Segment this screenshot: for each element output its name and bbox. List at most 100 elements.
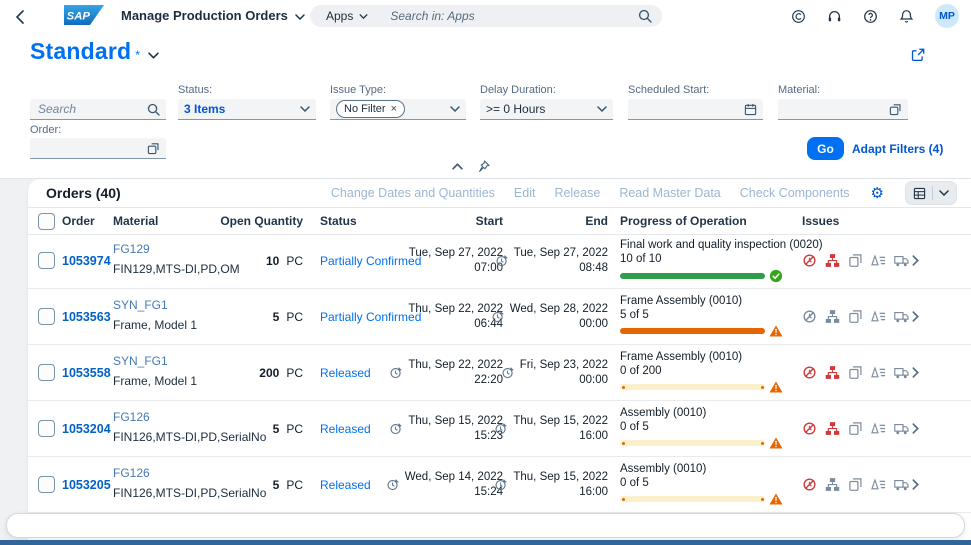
- documents-issue-icon[interactable]: [848, 309, 863, 324]
- status-text: Released: [320, 478, 371, 492]
- quality-issue-icon[interactable]: [871, 477, 886, 492]
- table-row[interactable]: 1053974 FG129 FIN129,MTS-DI,PD,OM 10PC P…: [28, 233, 971, 289]
- issues-cell: [802, 345, 912, 400]
- delay-issue-icon[interactable]: [802, 253, 817, 268]
- delay-issue-icon[interactable]: [802, 421, 817, 436]
- shipment-issue-icon[interactable]: [894, 477, 909, 492]
- documents-issue-icon[interactable]: [848, 365, 863, 380]
- row-checkbox[interactable]: [38, 476, 55, 493]
- user-avatar[interactable]: MP: [935, 4, 959, 28]
- row-checkbox[interactable]: [38, 420, 55, 437]
- chevron-down-icon[interactable]: [597, 106, 607, 112]
- read-master-data-button[interactable]: Read Master Data: [619, 186, 720, 200]
- release-button[interactable]: Release: [554, 186, 600, 200]
- documents-issue-icon[interactable]: [848, 421, 863, 436]
- table-row[interactable]: 1053558 SYN_FG1 Frame, Model 1 200PC Rel…: [28, 345, 971, 401]
- quality-issue-icon[interactable]: [871, 421, 886, 436]
- quality-issue-icon[interactable]: [871, 365, 886, 380]
- search-icon[interactable]: [147, 103, 160, 116]
- share-icon[interactable]: [911, 46, 925, 64]
- documents-issue-icon[interactable]: [848, 477, 863, 492]
- chevron-down-icon[interactable]: [300, 106, 310, 112]
- table-row[interactable]: 1053563 SYN_FG1 Frame, Model 1 5PC Parti…: [28, 289, 971, 345]
- component-issue-icon[interactable]: [825, 477, 840, 492]
- end-date: Fri, Sep 23, 2022: [520, 358, 608, 373]
- chevron-down-icon[interactable]: [939, 190, 949, 196]
- component-issue-icon[interactable]: [825, 253, 840, 268]
- end-time: 16:00: [513, 485, 608, 500]
- back-button[interactable]: [16, 8, 24, 26]
- shipment-issue-icon[interactable]: [894, 253, 909, 268]
- row-checkbox[interactable]: [38, 308, 55, 325]
- delay-duration-filter[interactable]: >= 0 Hours: [480, 99, 613, 120]
- col-open-quantity[interactable]: Open Quantity: [206, 208, 303, 234]
- row-navigation-chevron-icon[interactable]: [912, 423, 919, 434]
- support-headset-icon[interactable]: [827, 9, 842, 24]
- order-link[interactable]: 1053558: [62, 366, 111, 380]
- order-link[interactable]: 1053205: [62, 478, 111, 492]
- token-remove-icon[interactable]: ×: [391, 103, 397, 115]
- check-components-button[interactable]: Check Components: [740, 186, 850, 200]
- adapt-filters-link[interactable]: Adapt Filters (4): [852, 142, 943, 156]
- shell-search-input[interactable]: [388, 8, 638, 24]
- value-help-icon[interactable]: [889, 103, 902, 116]
- col-issues[interactable]: Issues: [802, 208, 839, 234]
- col-order[interactable]: Order: [62, 208, 95, 234]
- row-checkbox[interactable]: [38, 364, 55, 381]
- col-end[interactable]: End: [483, 208, 608, 234]
- row-navigation-chevron-icon[interactable]: [912, 311, 919, 322]
- scheduled-start-filter[interactable]: [628, 99, 763, 120]
- shipment-issue-icon[interactable]: [894, 309, 909, 324]
- delay-issue-icon[interactable]: [802, 477, 817, 492]
- component-issue-icon[interactable]: [825, 421, 840, 436]
- order-link[interactable]: 1053974: [62, 254, 111, 268]
- search-icon[interactable]: [638, 9, 652, 23]
- change-dates-quantities-button[interactable]: Change Dates and Quantities: [331, 186, 495, 200]
- shipment-issue-icon[interactable]: [894, 365, 909, 380]
- component-issue-icon[interactable]: [825, 309, 840, 324]
- issue-type-filter[interactable]: No Filter ×: [330, 99, 466, 120]
- col-status[interactable]: Status: [320, 208, 357, 234]
- row-navigation-chevron-icon[interactable]: [912, 367, 919, 378]
- quality-issue-icon[interactable]: [871, 309, 886, 324]
- delay-issue-icon[interactable]: [802, 365, 817, 380]
- row-checkbox[interactable]: [38, 252, 55, 269]
- order-link[interactable]: 1053204: [62, 422, 111, 436]
- calendar-icon[interactable]: [744, 103, 757, 116]
- status-filter[interactable]: 3 Items: [178, 99, 316, 120]
- search-input[interactable]: [36, 101, 147, 117]
- shipment-issue-icon[interactable]: [894, 421, 909, 436]
- pin-icon[interactable]: [477, 160, 490, 173]
- order-link[interactable]: 1053563: [62, 310, 111, 324]
- copilot-icon[interactable]: [791, 9, 806, 24]
- select-all-checkbox[interactable]: [38, 213, 55, 230]
- documents-issue-icon[interactable]: [848, 253, 863, 268]
- table-row[interactable]: 1053205 FG126 FIN126,MTS-DI,PD,SerialNo …: [28, 457, 971, 513]
- search-scope-button[interactable]: Apps: [320, 9, 374, 23]
- collapse-header-icon[interactable]: [452, 163, 463, 170]
- no-filter-token[interactable]: No Filter ×: [336, 100, 405, 118]
- go-button[interactable]: Go: [807, 137, 844, 160]
- order-filter[interactable]: [30, 138, 166, 159]
- col-material[interactable]: Material: [113, 208, 158, 234]
- row-navigation-chevron-icon[interactable]: [912, 255, 919, 266]
- edit-button[interactable]: Edit: [514, 186, 536, 200]
- value-help-icon[interactable]: [147, 142, 160, 155]
- col-progress[interactable]: Progress of Operation: [620, 208, 747, 234]
- notifications-bell-icon[interactable]: [899, 9, 914, 24]
- material-filter[interactable]: [778, 99, 908, 120]
- table-settings-gear-icon[interactable]: ⚙: [869, 186, 886, 201]
- app-title-menu[interactable]: Manage Production Orders: [121, 8, 305, 23]
- chevron-down-icon[interactable]: [450, 106, 460, 112]
- variant-selector[interactable]: Standard *: [30, 38, 159, 65]
- material-filter-label: Material:: [778, 84, 820, 96]
- row-navigation-chevron-icon[interactable]: [912, 479, 919, 490]
- table-row[interactable]: 1053204 FG126 FIN126,MTS-DI,PD,SerialNo …: [28, 401, 971, 457]
- delay-issue-icon[interactable]: [802, 309, 817, 324]
- search-field[interactable]: [30, 99, 166, 120]
- quality-issue-icon[interactable]: [871, 253, 886, 268]
- component-issue-icon[interactable]: [825, 365, 840, 380]
- export-xls-button[interactable]: [905, 181, 957, 205]
- help-icon[interactable]: [863, 9, 878, 24]
- chevron-down-icon: [295, 14, 305, 20]
